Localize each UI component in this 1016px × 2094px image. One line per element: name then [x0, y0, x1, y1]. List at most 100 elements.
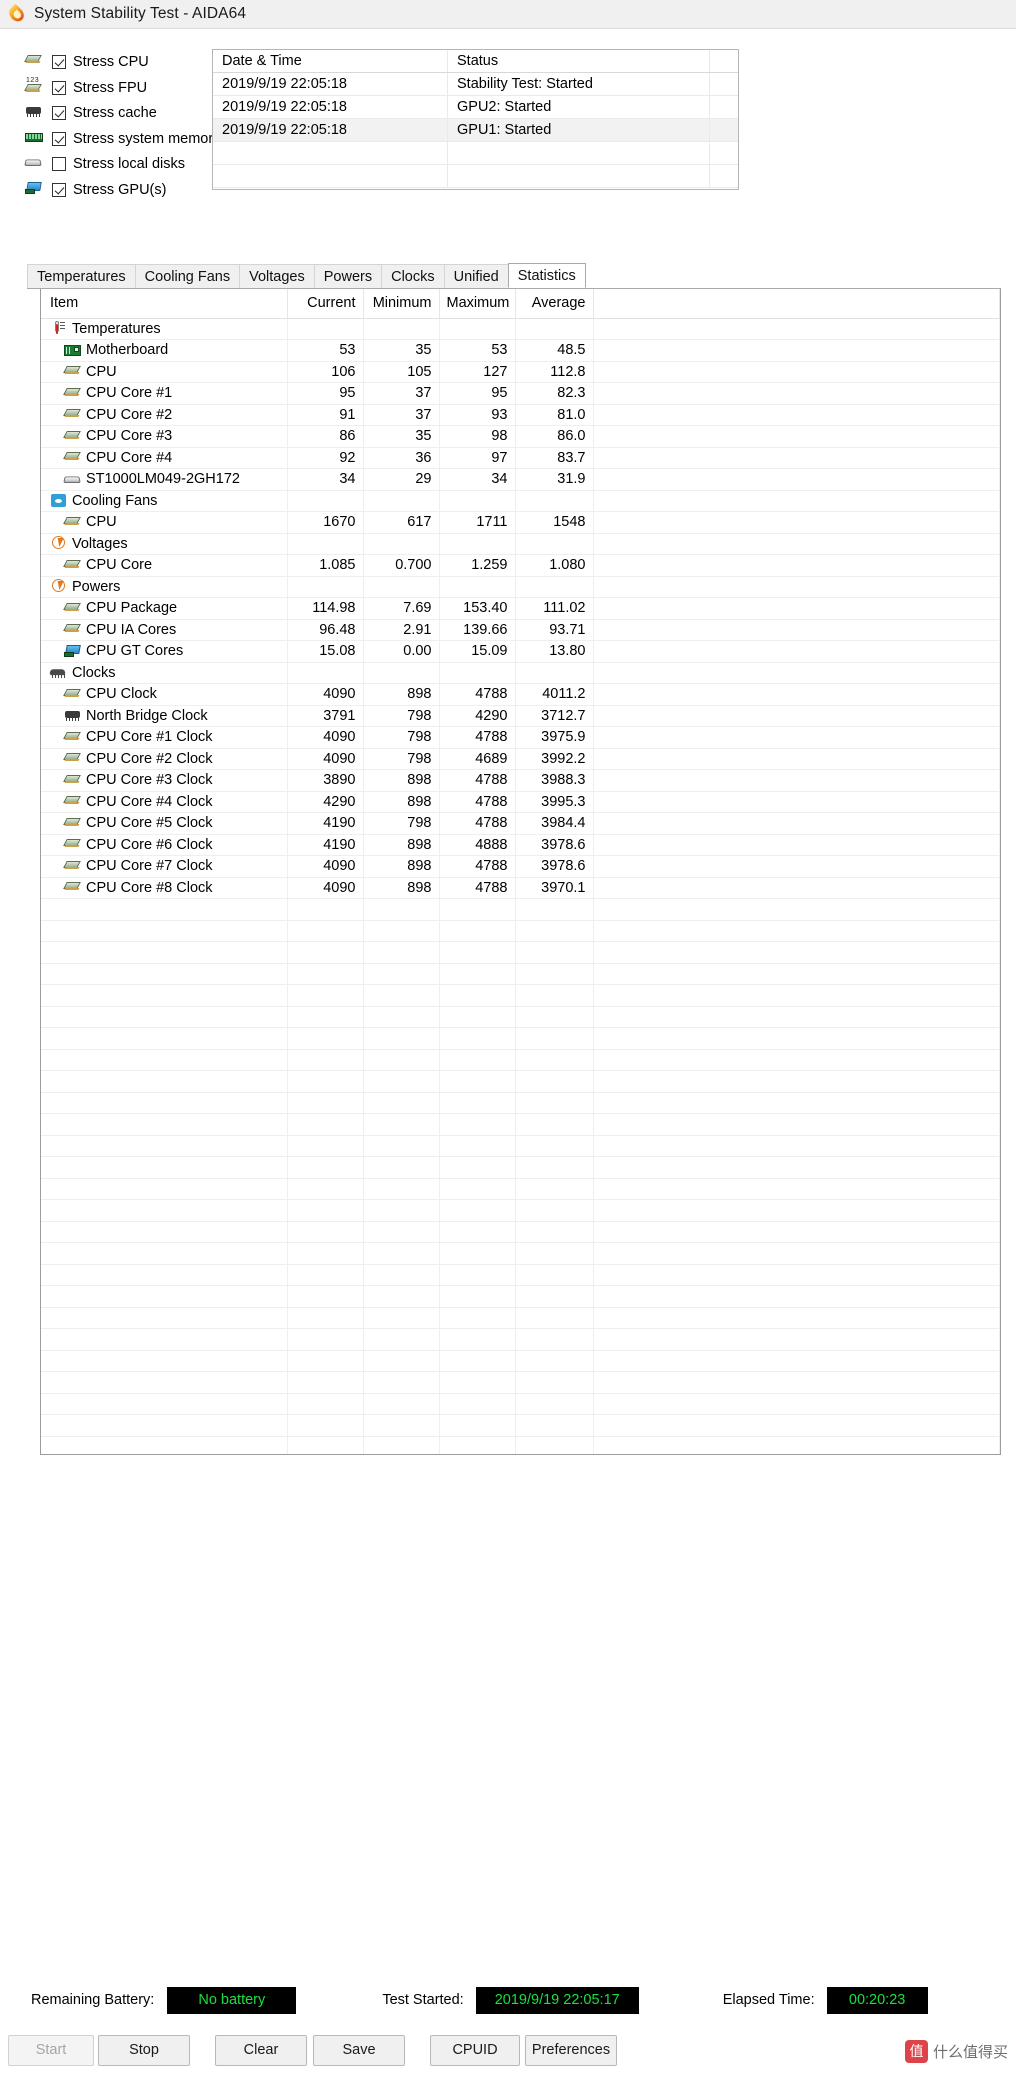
statistics-row[interactable]: CPU GT Cores 15.08 0.00 15.09 13.80 — [41, 640, 1000, 663]
statistics-empty-cell — [593, 1027, 1000, 1050]
statistics-row[interactable]: North Bridge Clock 3791 798 4290 3712.7 — [41, 705, 1000, 727]
statistics-row[interactable]: CPU Core #7 Clock 4090 898 4788 3978.6 — [41, 855, 1000, 878]
statistics-row[interactable]: CPU Clock 4090 898 4788 4011.2 — [41, 683, 1000, 706]
statistics-row[interactable]: CPU Core #4 Clock 4290 898 4788 3995.3 — [41, 791, 1000, 813]
checkbox[interactable] — [52, 182, 66, 197]
stress-option-stress-fpu[interactable]: 123 Stress FPU — [24, 76, 224, 100]
checkbox[interactable] — [52, 157, 66, 171]
stress-option-stress-cache[interactable]: Stress cache — [24, 101, 224, 125]
stress-option-stress-gpu-s[interactable]: Stress GPU(s) — [24, 178, 224, 202]
statistics-item-cell: Motherboard — [41, 339, 288, 362]
statistics-row[interactable]: CPU Core #4 92 36 97 83.7 — [41, 447, 1000, 469]
stress-option-stress-local-disks[interactable]: Stress local disks — [24, 152, 224, 176]
statistics-row[interactable]: CPU Core #8 Clock 4090 898 4788 3970.1 — [41, 877, 1000, 899]
tab-voltages[interactable]: Voltages — [239, 264, 315, 288]
statistics-minimum-cell — [363, 533, 440, 555]
statistics-table: Item Current Minimum Maximum Average Tem… — [41, 289, 1000, 1454]
statistics-empty-cell — [363, 1393, 440, 1415]
statistics-empty-cell — [515, 963, 594, 985]
log-header-status[interactable]: Status — [448, 50, 710, 72]
statistics-maximum-cell: 4888 — [439, 834, 516, 856]
statistics-empty-cell — [593, 1350, 1000, 1372]
statistics-row[interactable]: CPU 106 105 127 112.8 — [41, 361, 1000, 383]
statistics-row[interactable]: CPU Core #1 Clock 4090 798 4788 3975.9 — [41, 726, 1000, 749]
clear-button[interactable]: Clear — [215, 2035, 307, 2066]
stop-button[interactable]: Stop — [98, 2035, 190, 2066]
statistics-row[interactable]: CPU Core #3 86 35 98 86.0 — [41, 425, 1000, 448]
checkbox[interactable] — [52, 80, 66, 95]
statistics-spacer-cell — [593, 726, 1000, 749]
statistics-empty-row — [41, 898, 1000, 921]
statistics-maximum-cell — [439, 576, 516, 598]
statistics-maximum-cell: 4788 — [439, 791, 516, 813]
cpuid-button[interactable]: CPUID — [430, 2035, 520, 2066]
log-row[interactable]: 2019/9/19 22:05:18 GPU2: Started — [213, 96, 738, 119]
statistics-item-cell: CPU Core #1 Clock — [41, 726, 288, 749]
statistics-row[interactable]: CPU Core #5 Clock 4190 798 4788 3984.4 — [41, 812, 1000, 835]
statistics-group-row[interactable]: Powers — [41, 576, 1000, 598]
statistics-minimum-cell: 35 — [363, 425, 440, 448]
statistics-row[interactable]: CPU IA Cores 96.48 2.91 139.66 93.71 — [41, 619, 1000, 641]
checkbox[interactable] — [52, 106, 66, 120]
statistics-item-label: CPU Core #8 Clock — [86, 879, 213, 896]
statistics-row[interactable]: Motherboard 53 35 53 48.5 — [41, 339, 1000, 362]
tab-unified[interactable]: Unified — [443, 264, 509, 288]
statistics-empty-row — [41, 1199, 1000, 1222]
statistics-average-cell: 1548 — [515, 511, 594, 534]
column-header-average[interactable]: Average — [515, 289, 594, 319]
statistics-group-row[interactable]: Voltages — [41, 533, 1000, 555]
statistics-group-row[interactable]: Cooling Fans — [41, 490, 1000, 512]
statistics-empty-cell — [593, 1135, 1000, 1157]
column-header-maximum[interactable]: Maximum — [439, 289, 516, 319]
column-header-item[interactable]: Item — [41, 289, 288, 319]
statistics-empty-row — [41, 1285, 1000, 1308]
statistics-average-cell: 3712.7 — [515, 705, 594, 727]
battery-value: No battery — [167, 1986, 297, 2014]
tab-cooling-fans[interactable]: Cooling Fans — [134, 264, 241, 288]
statistics-minimum-cell: 617 — [363, 511, 440, 534]
tab-powers[interactable]: Powers — [313, 264, 383, 288]
statistics-empty-cell — [593, 1199, 1000, 1222]
tab-clocks[interactable]: Clocks — [381, 264, 445, 288]
checkbox[interactable] — [52, 55, 66, 69]
statistics-group-row[interactable]: Temperatures — [41, 318, 1000, 340]
statistics-item-label: CPU — [86, 363, 117, 380]
status-log-list[interactable]: Date & Time Status 2019/9/19 22:05:18 Sta… — [212, 49, 739, 190]
statistics-row[interactable]: CPU Core #1 95 37 95 82.3 — [41, 382, 1000, 405]
statistics-empty-cell — [363, 1070, 440, 1093]
statistics-maximum-cell: 97 — [439, 447, 516, 469]
statistics-row[interactable]: ST1000LM049-2GH172 34 29 34 31.9 — [41, 468, 1000, 491]
log-row[interactable] — [213, 165, 738, 188]
tab-statistics[interactable]: Statistics — [507, 263, 586, 288]
tab-temperatures[interactable]: Temperatures — [27, 264, 136, 288]
statistics-row[interactable]: CPU Core #2 Clock 4090 798 4689 3992.2 — [41, 748, 1000, 770]
statistics-group-row[interactable]: Clocks — [41, 662, 1000, 684]
statistics-empty-cell — [593, 898, 1000, 921]
preferences-button[interactable]: Preferences — [525, 2035, 617, 2066]
statistics-row[interactable]: CPU Core #3 Clock 3890 898 4788 3988.3 — [41, 769, 1000, 792]
cpu-icon — [24, 53, 48, 71]
statistics-row[interactable]: CPU Package 114.98 7.69 153.40 111.02 — [41, 597, 1000, 620]
column-header-current[interactable]: Current — [287, 289, 364, 319]
log-row[interactable]: 2019/9/19 22:05:18 Stability Test: Starte… — [213, 73, 738, 96]
statistics-minimum-cell — [363, 490, 440, 512]
statistics-row[interactable]: CPU Core #2 91 37 93 81.0 — [41, 404, 1000, 426]
window-title: System Stability Test - AIDA64 — [34, 5, 247, 22]
statistics-empty-cell — [363, 941, 440, 964]
cpu-icon — [63, 407, 83, 422]
stress-option-stress-cpu[interactable]: Stress CPU — [24, 50, 224, 74]
cpu-icon — [63, 622, 83, 637]
log-row[interactable] — [213, 142, 738, 165]
statistics-row[interactable]: CPU Core #6 Clock 4190 898 4888 3978.6 — [41, 834, 1000, 856]
save-button[interactable]: Save — [313, 2035, 405, 2066]
statistics-item-cell: Voltages — [41, 533, 288, 555]
log-row[interactable]: 2019/9/19 22:05:18 GPU1: Started — [213, 119, 738, 142]
statistics-row[interactable]: CPU 1670 617 1711 1548 — [41, 511, 1000, 534]
statistics-row[interactable]: CPU Core 1.085 0.700 1.259 1.080 — [41, 554, 1000, 577]
stress-option-stress-system-memory[interactable]: Stress system memory — [24, 127, 224, 151]
checkbox[interactable] — [52, 131, 66, 146]
statistics-item-cell: CPU GT Cores — [41, 640, 288, 663]
column-header-minimum[interactable]: Minimum — [363, 289, 440, 319]
log-header-datetime[interactable]: Date & Time — [213, 50, 448, 72]
statistics-empty-cell — [41, 1350, 288, 1372]
